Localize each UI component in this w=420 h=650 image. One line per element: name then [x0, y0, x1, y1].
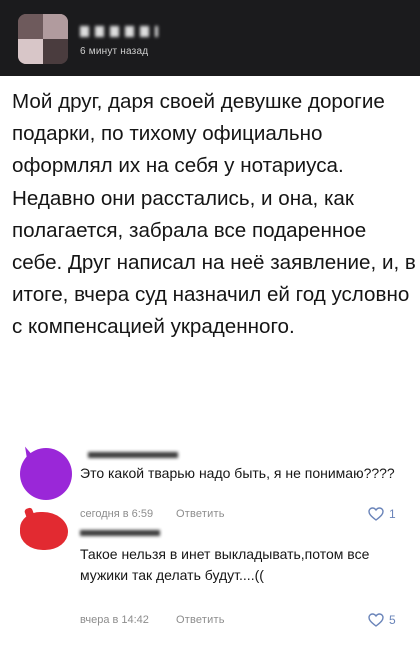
- reply-button[interactable]: Ответить: [176, 508, 225, 520]
- post-body-text: Мой друг, даря своей девушке дорогие под…: [12, 90, 416, 339]
- commenter-name-redacted[interactable]: [88, 452, 178, 458]
- like-button[interactable]: 5: [368, 613, 396, 627]
- post-header: 6 минут назад: [0, 0, 420, 76]
- heart-outline-icon: [368, 507, 384, 521]
- comment-timestamp: вчера в 14:42: [80, 614, 149, 626]
- heart-outline-icon: [368, 613, 384, 627]
- comment-text: Такое нельзя в инет выкладывать,потом вс…: [80, 546, 370, 583]
- author-name-redacted[interactable]: [80, 26, 158, 37]
- comment-timestamp: сегодня в 6:59: [80, 508, 154, 520]
- comment-text: Это какой тварью надо быть, я не понимаю…: [80, 465, 395, 481]
- like-count: 5: [389, 613, 396, 627]
- like-button[interactable]: 1: [368, 507, 396, 521]
- commenter-name-redacted[interactable]: [80, 530, 160, 536]
- post-timestamp: 6 минут назад: [80, 46, 149, 57]
- author-avatar-blurred[interactable]: [18, 14, 68, 64]
- like-count: 1: [389, 507, 396, 521]
- reply-button[interactable]: Ответить: [176, 614, 225, 626]
